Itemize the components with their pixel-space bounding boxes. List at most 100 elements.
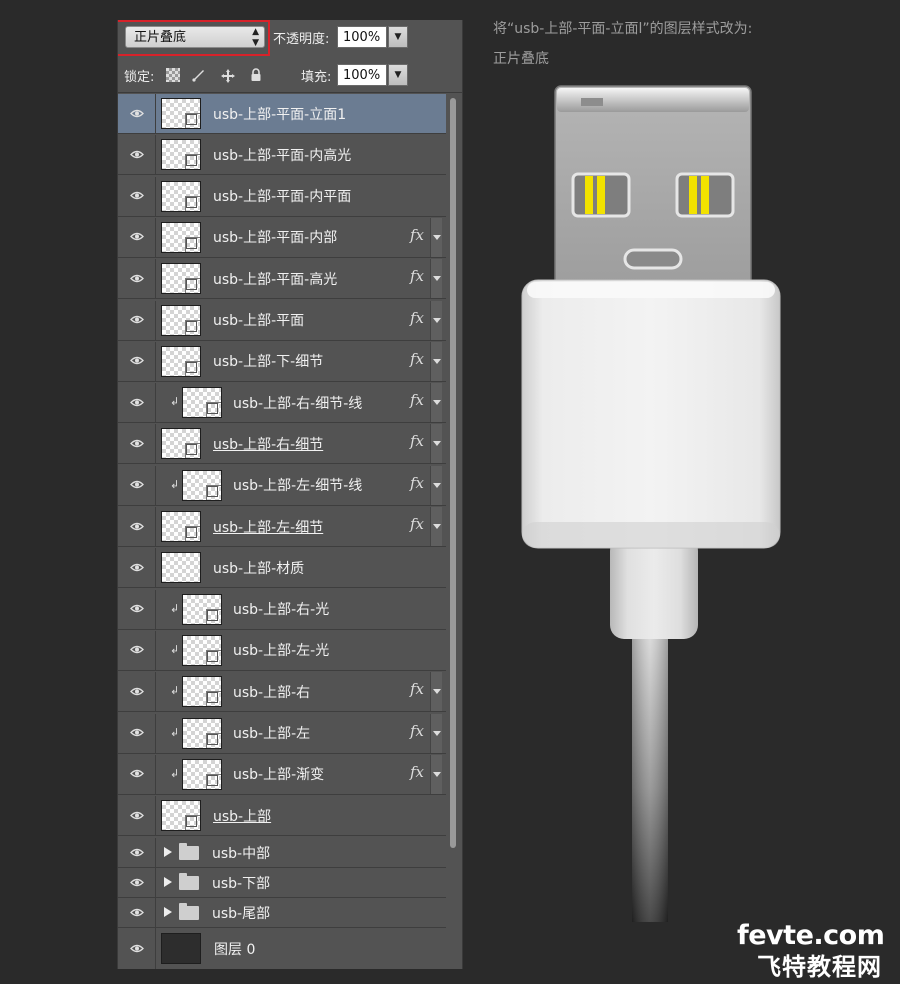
layer-row[interactable]: ↲ usb-上部-左-光	[118, 630, 446, 671]
visibility-toggle[interactable]	[118, 176, 156, 216]
visibility-toggle[interactable]	[118, 424, 156, 464]
layer-thumbnail[interactable]	[182, 387, 222, 419]
eye-icon[interactable]	[130, 356, 144, 365]
visibility-toggle[interactable]	[118, 217, 156, 257]
layer-row[interactable]: ↲ usb-上部-左-细节-线 fx	[118, 465, 446, 506]
eye-icon[interactable]	[130, 944, 144, 953]
layer-name[interactable]: usb-上部	[213, 796, 271, 835]
fx-expand-arrow-icon[interactable]	[430, 300, 442, 340]
layer-name[interactable]: usb-上部-平面-内平面	[213, 177, 351, 216]
layer-thumbnail[interactable]	[161, 98, 201, 129]
eye-icon[interactable]	[130, 398, 144, 407]
expand-triangle-icon[interactable]	[164, 877, 172, 887]
visibility-toggle[interactable]	[118, 300, 156, 340]
group-row[interactable]: usb-尾部	[118, 898, 446, 928]
layer-thumbnail[interactable]	[161, 304, 201, 336]
layer-thumbnail[interactable]	[182, 676, 222, 708]
layer-name[interactable]: usb-上部-平面-内高光	[213, 135, 351, 174]
eye-icon[interactable]	[130, 522, 144, 531]
eye-icon[interactable]	[130, 274, 144, 283]
visibility-toggle[interactable]	[118, 135, 156, 175]
fx-icon[interactable]: fx	[410, 309, 424, 327]
group-name[interactable]: usb-中部	[212, 838, 270, 867]
layer-thumbnail[interactable]	[182, 593, 222, 625]
fx-icon[interactable]: fx	[410, 267, 424, 285]
scrollbar-thumb[interactable]	[450, 98, 456, 848]
layer-name[interactable]: usb-上部-材质	[213, 548, 304, 587]
layer-row[interactable]: usb-上部-材质	[118, 548, 446, 589]
fx-expand-arrow-icon[interactable]	[430, 507, 442, 546]
visibility-toggle[interactable]	[118, 713, 156, 753]
eye-icon[interactable]	[130, 604, 144, 613]
fill-input[interactable]: 100%	[337, 64, 387, 86]
eye-icon[interactable]	[130, 232, 144, 241]
fill-dropdown-button[interactable]: ▼	[388, 64, 408, 86]
layer-name[interactable]: usb-上部-平面-高光	[213, 259, 337, 298]
visibility-toggle[interactable]	[118, 589, 156, 629]
visibility-toggle[interactable]	[118, 838, 156, 867]
group-row[interactable]: usb-下部	[118, 868, 446, 898]
eye-icon[interactable]	[130, 315, 144, 324]
layer-thumbnail[interactable]	[161, 511, 201, 542]
blend-mode-dropdown[interactable]: 正片叠底 ▲ ▼	[125, 26, 265, 48]
layer-thumbnail[interactable]	[182, 717, 222, 749]
eye-icon[interactable]	[130, 439, 144, 448]
eye-icon[interactable]	[130, 811, 144, 820]
opacity-dropdown-button[interactable]: ▼	[388, 26, 408, 48]
eye-icon[interactable]	[130, 728, 144, 737]
layer-name[interactable]: usb-上部-下-细节	[213, 342, 323, 381]
fx-icon[interactable]: fx	[410, 722, 424, 740]
layer-row[interactable]: usb-上部-右-细节 fx	[118, 424, 446, 465]
lock-position-icon[interactable]	[220, 68, 235, 83]
layer-row[interactable]: ↲ usb-上部-右 fx	[118, 672, 446, 713]
expand-triangle-icon[interactable]	[164, 847, 172, 857]
fx-icon[interactable]: fx	[410, 226, 424, 244]
visibility-toggle[interactable]	[118, 928, 156, 969]
fx-icon[interactable]: fx	[410, 763, 424, 781]
group-row[interactable]: usb-中部	[118, 838, 446, 868]
fx-expand-arrow-icon[interactable]	[430, 259, 442, 299]
visibility-toggle[interactable]	[118, 507, 156, 546]
eye-icon[interactable]	[130, 191, 144, 200]
eye-icon[interactable]	[130, 908, 144, 917]
fx-expand-arrow-icon[interactable]	[430, 672, 442, 712]
group-name[interactable]: usb-尾部	[212, 898, 270, 927]
eye-icon[interactable]	[130, 848, 144, 857]
layer-thumbnail[interactable]	[161, 428, 201, 460]
eye-icon[interactable]	[130, 480, 144, 489]
layer-thumbnail[interactable]	[161, 345, 201, 377]
layer-name[interactable]: usb-上部-右-细节	[213, 424, 323, 463]
layer-name[interactable]: usb-上部-左-细节	[213, 507, 323, 546]
opacity-input[interactable]: 100%	[337, 26, 387, 48]
layer-row[interactable]: ↲ usb-上部-右-光	[118, 589, 446, 630]
layer-name[interactable]: usb-上部-右-细节-线	[233, 383, 362, 422]
layer-row[interactable]: usb-上部-平面 fx	[118, 300, 446, 341]
layer-row[interactable]: ↲ usb-上部-渐变 fx	[118, 754, 446, 795]
layer-row[interactable]: ↲ usb-上部-右-细节-线 fx	[118, 383, 446, 424]
layer-row[interactable]: usb-上部-平面-内平面	[118, 176, 446, 217]
layer-row[interactable]: usb-上部	[118, 796, 446, 837]
fx-expand-arrow-icon[interactable]	[430, 383, 442, 423]
fx-icon[interactable]: fx	[410, 432, 424, 450]
layer-name[interactable]: usb-上部-右	[233, 672, 310, 711]
visibility-toggle[interactable]	[118, 341, 156, 381]
lock-transparent-pixels-icon[interactable]	[166, 68, 180, 82]
layer-name[interactable]: usb-上部-右-光	[233, 590, 329, 629]
visibility-toggle[interactable]	[118, 548, 156, 588]
fx-icon[interactable]: fx	[410, 474, 424, 492]
visibility-toggle[interactable]	[118, 796, 156, 836]
layer-thumbnail[interactable]	[161, 139, 201, 171]
fx-icon[interactable]: fx	[410, 350, 424, 368]
visibility-toggle[interactable]	[118, 754, 156, 794]
visibility-toggle[interactable]	[118, 672, 156, 712]
fx-expand-arrow-icon[interactable]	[430, 341, 442, 381]
group-name[interactable]: usb-下部	[212, 868, 270, 897]
layer-thumbnail[interactable]	[161, 263, 201, 295]
layer-thumbnail[interactable]	[161, 180, 201, 212]
fx-icon[interactable]: fx	[410, 680, 424, 698]
layer-row[interactable]: usb-上部-平面-内高光	[118, 135, 446, 176]
eye-icon[interactable]	[130, 769, 144, 778]
visibility-toggle[interactable]	[118, 259, 156, 299]
layer-name[interactable]: usb-上部-渐变	[233, 755, 324, 794]
layer-name[interactable]: usb-上部-左-光	[233, 631, 329, 670]
